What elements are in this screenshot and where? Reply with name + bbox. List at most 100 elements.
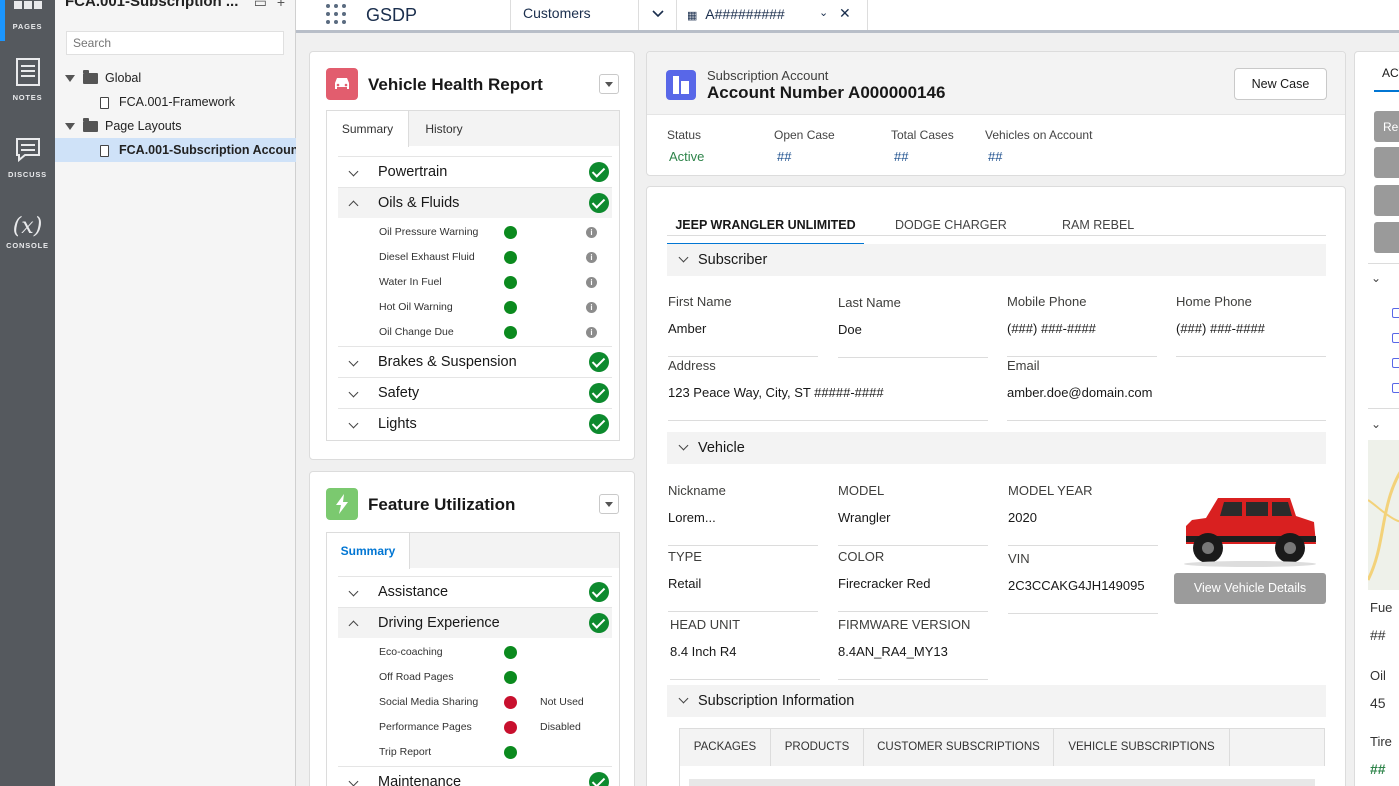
map-thumbnail[interactable] [1366, 440, 1399, 590]
section-label: Lights [378, 416, 417, 432]
checkbox-icon[interactable] [1392, 358, 1399, 368]
stat-total-cases-label: Total Cases [891, 128, 954, 142]
field-value: Lorem... [668, 510, 716, 525]
stat-status-label: Status [667, 128, 702, 142]
oil-value: 45 [1370, 695, 1386, 711]
tab-account[interactable]: ▦ A######### ⌄ ✕ [676, 0, 868, 30]
item-note: Disabled [540, 721, 581, 733]
fu-menu-dropdown-icon[interactable] [599, 494, 619, 514]
item-note: Not Used [540, 696, 584, 708]
tab-summary[interactable]: Summary [327, 111, 409, 147]
oil-label: Oil [1370, 668, 1386, 683]
fu-section-assistance[interactable]: Assistance [338, 576, 612, 607]
rail-pages[interactable]: PAGES [0, 0, 55, 31]
tree-node-page-layouts[interactable]: Page Layouts [55, 114, 296, 138]
chevron-down-icon [348, 586, 359, 597]
pages-icon [0, 0, 55, 20]
info-icon[interactable]: i [586, 327, 597, 338]
vhr-section-lights[interactable]: Lights [338, 408, 612, 439]
chevron-down-icon [348, 776, 359, 786]
info-icon[interactable]: i [586, 227, 597, 238]
tab-vehicle-subscriptions[interactable]: VEHICLE SUBSCRIPTIONS [1054, 729, 1230, 766]
rail-console-label: CONSOLE [6, 241, 49, 250]
collapse-icon[interactable]: ▭ [254, 0, 267, 10]
tab-dodge-charger[interactable]: DODGE CHARGER [895, 205, 1007, 245]
view-vehicle-details-button[interactable]: View Vehicle Details [1174, 573, 1326, 604]
activity-button-4[interactable] [1374, 222, 1399, 253]
tree-node-label: FCA.001-Framework [119, 95, 235, 109]
tree-node-framework[interactable]: FCA.001-Framework [55, 90, 296, 114]
field-label: Nickname [668, 483, 726, 498]
tree-search-input[interactable] [66, 31, 284, 55]
rail-notes[interactable]: NOTES [0, 58, 55, 102]
tab-jeep-wrangler[interactable]: JEEP WRANGLER UNLIMITED [667, 205, 864, 245]
tab-activity[interactable]: ACT [1382, 66, 1399, 80]
tab-close-icon[interactable]: ✕ [839, 5, 851, 22]
expand-triangle-icon[interactable] [65, 123, 75, 131]
fu-section-driving-experience[interactable]: Driving Experience [338, 607, 612, 638]
info-icon[interactable]: i [586, 252, 597, 263]
tab-summary[interactable]: Summary [327, 533, 410, 569]
stat-open-case-label: Open Case [774, 128, 835, 142]
tab-ram-rebel[interactable]: RAM REBEL [1062, 205, 1134, 245]
chevron-down-icon[interactable]: ⌄ [1371, 271, 1381, 285]
section-subscription-information[interactable]: Subscription Information [667, 685, 1326, 717]
stat-vehicles-value[interactable]: ## [988, 149, 1002, 164]
fu-item: Off Road Pages [379, 665, 599, 690]
tree-node-label: Page Layouts [105, 119, 182, 133]
vhr-menu-dropdown-icon[interactable] [599, 74, 619, 94]
tree-node-global[interactable]: Global [55, 66, 296, 90]
vehicle-image [1184, 498, 1316, 567]
rail-console[interactable]: (x) CONSOLE [0, 214, 55, 251]
tab-history[interactable]: History [409, 111, 479, 147]
vhr-section-powertrain[interactable]: Powertrain [338, 156, 612, 187]
check-circle-icon [589, 162, 609, 182]
folder-icon [83, 70, 98, 85]
status-dot-green [504, 301, 517, 314]
stat-vehicles-label: Vehicles on Account [985, 128, 1093, 142]
app-launcher-icon[interactable] [326, 4, 346, 24]
rail-notes-label: NOTES [12, 93, 43, 102]
field-label: COLOR [838, 549, 885, 564]
item-label: Performance Pages [379, 721, 472, 733]
info-icon[interactable]: i [586, 277, 597, 288]
stat-total-cases-value[interactable]: ## [894, 149, 908, 164]
checkbox-icon[interactable] [1392, 383, 1399, 393]
vhr-section-brakes[interactable]: Brakes & Suspension [338, 346, 612, 377]
item-label: Water In Fuel [379, 276, 442, 288]
activity-button-2[interactable] [1374, 147, 1399, 178]
section-subscriber[interactable]: Subscriber [667, 244, 1326, 276]
vhr-section-safety[interactable]: Safety [338, 377, 612, 408]
nav-customers[interactable]: Customers [510, 0, 638, 30]
field-label: Mobile Phone [1007, 294, 1087, 309]
fu-section-maintenance[interactable]: Maintenance [338, 766, 612, 786]
info-icon[interactable]: i [586, 302, 597, 313]
notes-icon [0, 58, 55, 91]
status-dot-green [504, 226, 517, 239]
field-model: MODEL Wrangler [838, 483, 988, 546]
checkbox-icon[interactable] [1392, 308, 1399, 318]
stat-open-case-value[interactable]: ## [777, 149, 791, 164]
activity-button-1[interactable]: Rec [1374, 111, 1399, 142]
tab-packages[interactable]: PACKAGES [680, 729, 771, 766]
section-vehicle[interactable]: Vehicle [667, 432, 1326, 464]
chevron-down-icon[interactable]: ⌄ [1371, 417, 1381, 431]
rail-discuss[interactable]: DISCUSS [0, 137, 55, 179]
rail-pages-label: PAGES [12, 22, 43, 31]
expand-triangle-icon[interactable] [65, 75, 75, 83]
left-icon-rail: PAGES NOTES DISCUSS (x) CONSOLE [0, 0, 55, 786]
nav-menu-chevron-icon[interactable] [638, 0, 676, 30]
field-label: Email [1007, 358, 1040, 373]
tab-chevron-down-icon[interactable]: ⌄ [819, 6, 828, 19]
tree-node-subscription-account[interactable]: FCA.001-Subscription Account [55, 138, 296, 162]
vhr-section-oils-fluids[interactable]: Oils & Fluids [338, 187, 612, 218]
chevron-down-icon [678, 693, 689, 704]
account-header-card: Subscription Account Account Number A000… [646, 51, 1346, 176]
new-case-button[interactable]: New Case [1234, 68, 1327, 100]
checkbox-icon[interactable] [1392, 333, 1399, 343]
console-icon: (x) [12, 214, 43, 239]
tab-products[interactable]: PRODUCTS [771, 729, 864, 766]
activity-button-3[interactable] [1374, 185, 1399, 216]
add-icon[interactable]: + [277, 0, 285, 10]
tab-customer-subscriptions[interactable]: CUSTOMER SUBSCRIPTIONS [864, 729, 1054, 766]
